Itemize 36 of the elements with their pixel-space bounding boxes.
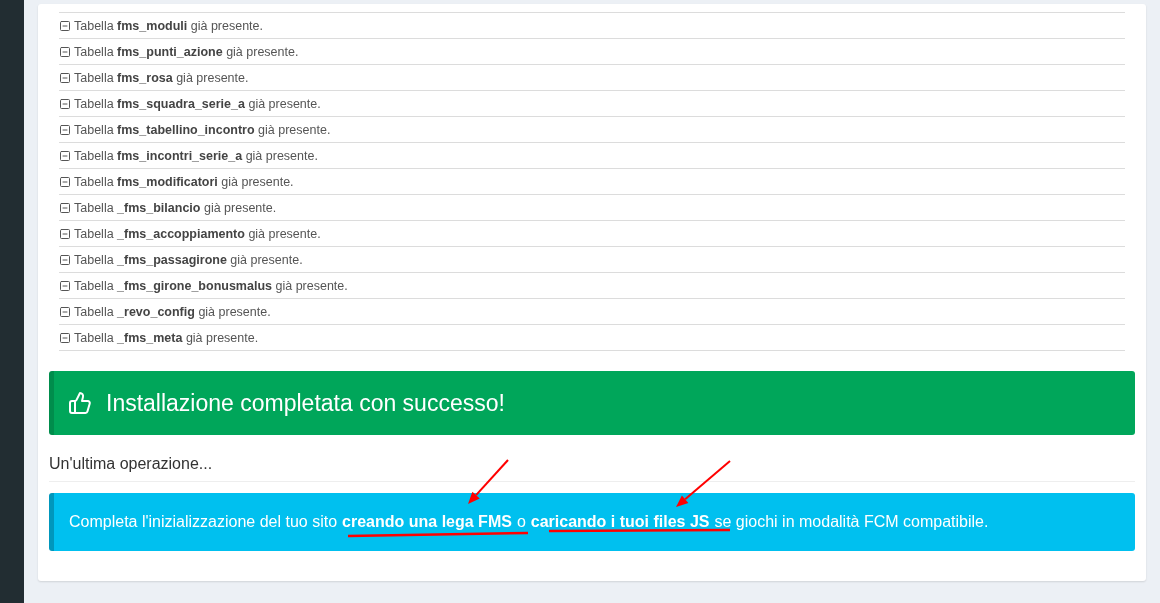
- alert-title: Installazione completata con successo!: [106, 389, 505, 417]
- table-status-text: Tabella _fms_bilancio già presente.: [74, 200, 277, 215]
- collapse-icon[interactable]: [59, 305, 71, 318]
- annotation-arrow: [468, 459, 509, 504]
- table-status-text: Tabella fms_incontri_serie_a già presente.: [74, 148, 318, 163]
- collapse-icon[interactable]: [59, 253, 71, 266]
- table-status-text: Tabella fms_modificatori già presente.: [74, 174, 294, 189]
- table-status-text: Tabella _fms_passagirone già presente.: [74, 252, 303, 267]
- collapse-icon[interactable]: [59, 19, 71, 32]
- collapse-icon[interactable]: [59, 331, 71, 344]
- collapse-icon[interactable]: [59, 71, 71, 84]
- collapse-icon[interactable]: [59, 279, 71, 292]
- table-status-text: Tabella fms_moduli già presente.: [74, 18, 263, 33]
- table-status-text: Tabella fms_tabellino_incontro già presente.: [74, 122, 331, 137]
- thumbs-up-icon: [68, 391, 92, 415]
- collapse-icon[interactable]: [59, 175, 71, 188]
- table-status-text: Tabella _fms_girone_bonusmalus già presente.: [74, 278, 348, 293]
- alert-text: Completa l'inizializzazione del tuo sito: [69, 513, 338, 531]
- collapse-icon[interactable]: [59, 149, 71, 162]
- table-status-text: Tabella _fms_accoppiamento già presente.: [74, 226, 321, 241]
- collapse-icon[interactable]: [59, 123, 71, 136]
- section-heading: Un'ultima operazione...: [49, 435, 1135, 482]
- annotation-arrow: [676, 460, 731, 507]
- collapse-icon[interactable]: [59, 227, 71, 240]
- table-status-text: Tabella _revo_config già presente.: [74, 304, 271, 319]
- table-status-text: Tabella _fms_meta già presente.: [74, 330, 259, 345]
- table-status-text: Tabella fms_squadra_serie_a già presente.: [74, 96, 321, 111]
- alert-link[interactable]: caricando i tuoi files JS: [530, 513, 710, 531]
- table-status-text: Tabella fms_rosa già presente.: [74, 70, 249, 85]
- collapse-icon[interactable]: [59, 97, 71, 110]
- alert-text: se giochi in modalità FCM compatibile.: [714, 513, 989, 531]
- table-status-text: Tabella fms_punti_azione già presente.: [74, 44, 299, 59]
- alert-text: o: [516, 513, 526, 531]
- collapse-icon[interactable]: [59, 201, 71, 214]
- collapse-icon[interactable]: [59, 45, 71, 58]
- alert-link[interactable]: creando una lega FMS: [342, 513, 512, 531]
